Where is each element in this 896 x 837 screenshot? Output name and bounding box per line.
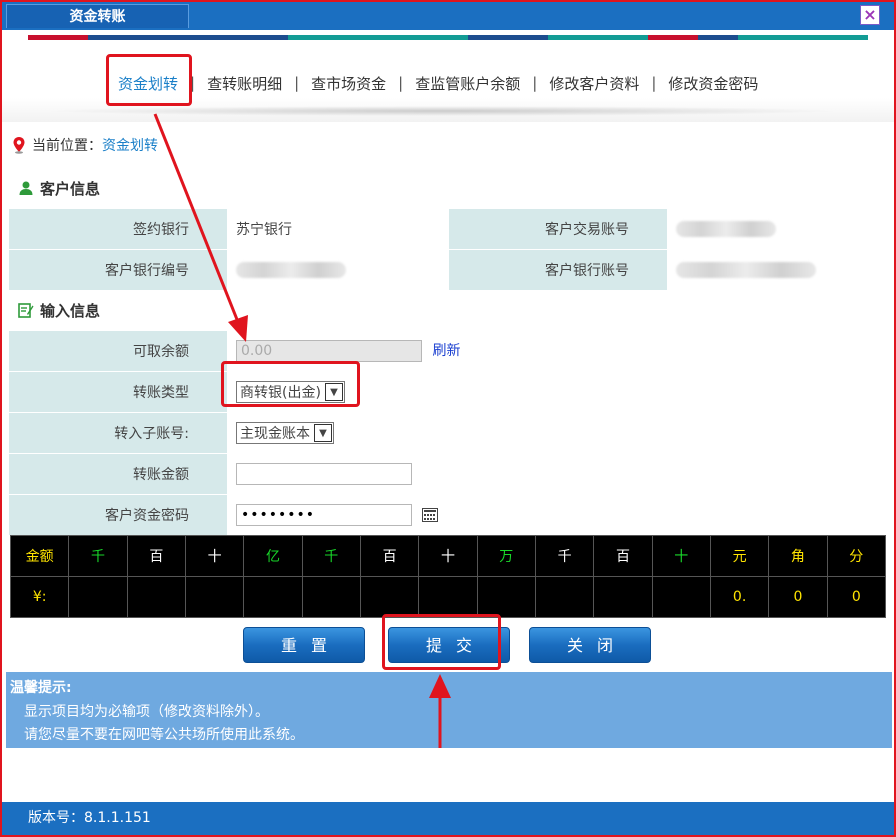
amount-grid-digit: 0 (826, 576, 887, 618)
bank-account-label: 客户银行账号 (448, 249, 668, 291)
amount-grid-label: 金额 (9, 535, 70, 577)
nav-item-edit-customer-info[interactable]: 修改客户资料 (537, 73, 651, 94)
refresh-link[interactable]: 刷新 (432, 343, 460, 359)
amount-grid-digit (359, 576, 420, 618)
amount-grid-unit: 分 (826, 535, 887, 577)
reset-button[interactable]: 重置 (243, 627, 365, 663)
amount-input[interactable] (236, 463, 412, 485)
amount-grid-digit (126, 576, 186, 618)
bank-account-value (667, 249, 888, 291)
amount-grid-digit (184, 576, 245, 618)
dialog-window: 资金转账 × 资金划转 | 查转账明细 | 查市场资金 | 查监管账户余额 | … (0, 0, 896, 837)
section-title: 输入信息 (40, 301, 101, 320)
customer-info-table: 签约银行 苏宁银行 客户交易账号 客户银行编号 客户银行账号 (8, 208, 888, 291)
amount-grid-digit (593, 576, 653, 618)
tip-line: 显示项目均为必输项（修改资料除外）。 (24, 704, 269, 720)
nav-item-market-funds[interactable]: 查市场资金 (299, 73, 398, 94)
highlight-box-submit (382, 614, 501, 670)
amount-grid-unit: 十 (418, 535, 478, 577)
password-label: 客户资金密码 (8, 494, 228, 536)
trade-account-label: 客户交易账号 (448, 208, 668, 250)
decorative-color-strip (28, 35, 868, 40)
amount-grid-unit: 十 (651, 535, 711, 577)
nav-item-change-fund-password[interactable]: 修改资金密码 (656, 73, 770, 94)
title-bar: 资金转账 × (2, 2, 894, 30)
nav-item-transfer-details[interactable]: 查转账明细 (195, 73, 294, 94)
amount-grid-unit: 角 (768, 535, 828, 577)
sub-account-label: 转入子账号: (8, 412, 228, 454)
amount-digit-grid: 金额千百十亿千百十万千百十元角分 ¥: 0. 0 0 (9, 535, 887, 618)
amount-cell (227, 453, 888, 495)
nav-item-supervision-balance[interactable]: 查监管账户余额 (403, 73, 532, 94)
bank-code-value (227, 249, 449, 291)
amount-grid-digit (651, 576, 711, 618)
highlight-box-type (221, 361, 360, 407)
sub-account-select[interactable]: 主现金账本 ▼ (236, 422, 334, 444)
tips-title: 温馨提示: (10, 680, 72, 696)
amount-grid-digit (534, 576, 595, 618)
amount-grid-unit: 百 (359, 535, 420, 577)
password-input[interactable] (236, 504, 412, 526)
password-cell (227, 494, 888, 536)
amount-grid-unit: 亿 (243, 535, 303, 577)
amount-grid-digit (418, 576, 478, 618)
amount-label: 转账金额 (8, 453, 228, 495)
sub-account-value: 主现金账本 (240, 426, 310, 442)
bank-code-label: 客户银行编号 (8, 249, 228, 291)
close-icon[interactable]: × (860, 5, 880, 25)
bank-value: 苏宁银行 (227, 208, 449, 250)
tip-line: 请您尽量不要在网吧等公共场所使用此系统。 (24, 727, 304, 743)
balance-label: 可取余额 (8, 330, 228, 372)
balance-input (236, 340, 422, 362)
amount-grid-unit: 元 (709, 535, 770, 577)
amount-grid-unit: 百 (126, 535, 186, 577)
footer: 版本号：8.1.1.151 (2, 802, 894, 835)
section-input-info: 输入信息 (8, 292, 888, 328)
input-info-table: 可取余额 刷新 转账类型 商转银(出金) ▼ 转入子账号: 主现金账本 ▼ (8, 330, 888, 536)
section-title: 客户信息 (40, 179, 101, 198)
amount-grid-unit: 千 (301, 535, 361, 577)
amount-grid-digit (301, 576, 361, 618)
amount-grid-digit (68, 576, 128, 618)
window-title: 资金转账 (6, 4, 189, 28)
breadcrumb: 当前位置： 资金划转 (12, 134, 158, 156)
highlight-box-nav (106, 54, 192, 106)
keyboard-icon[interactable] (422, 508, 439, 522)
nav-shadow (42, 106, 842, 116)
amount-grid-digit (243, 576, 303, 618)
sub-account-cell: 主现金账本 ▼ (227, 412, 888, 454)
amount-grid-unit: 万 (476, 535, 536, 577)
chevron-down-icon[interactable]: ▼ (314, 424, 332, 442)
breadcrumb-label: 当前位置： (32, 138, 102, 154)
amount-grid-currency: ¥: (9, 576, 70, 618)
tips-panel: 温馨提示: 显示项目均为必输项（修改资料除外）。 请您尽量不要在网吧等公共场所使… (6, 672, 892, 748)
amount-grid-unit: 百 (593, 535, 653, 577)
location-pin-icon (13, 137, 25, 154)
amount-grid-digit (476, 576, 536, 618)
user-icon (19, 181, 33, 195)
edit-icon (18, 303, 34, 318)
amount-grid-unit: 千 (68, 535, 128, 577)
section-customer-info: 客户信息 (8, 170, 888, 206)
transfer-type-label: 转账类型 (8, 371, 228, 413)
bank-label: 签约银行 (8, 208, 228, 250)
amount-grid-unit: 十 (184, 535, 245, 577)
amount-grid-digit: 0. (709, 576, 770, 618)
version-text: 版本号：8.1.1.151 (28, 810, 151, 826)
amount-grid-digit: 0 (768, 576, 828, 618)
trade-account-value (667, 208, 888, 250)
breadcrumb-current[interactable]: 资金划转 (102, 135, 158, 155)
amount-grid-unit: 千 (534, 535, 595, 577)
close-button[interactable]: 关闭 (529, 627, 651, 663)
